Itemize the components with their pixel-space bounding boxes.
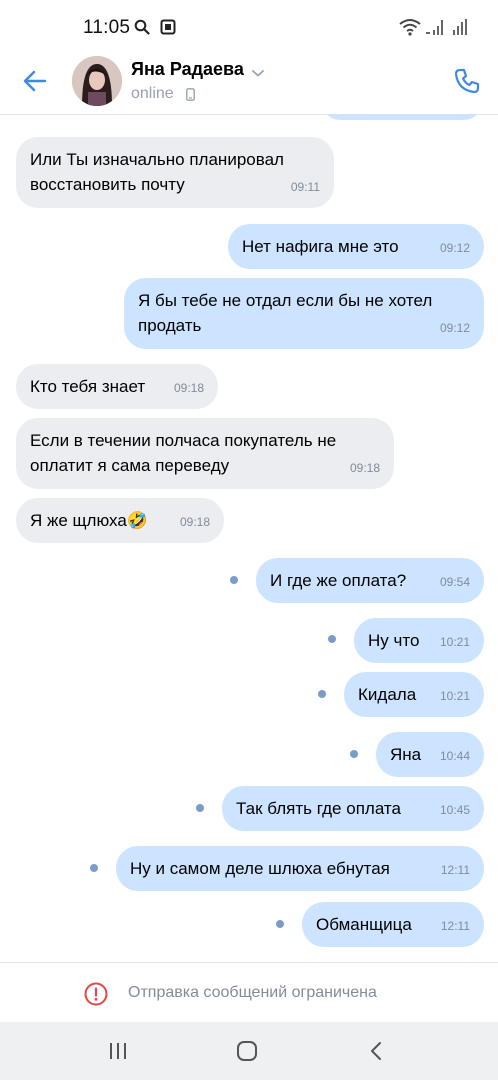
chat-header: Яна Радаева online	[0, 52, 498, 115]
search-icon	[134, 19, 150, 35]
message-bubble[interactable]: Нет нафига мне это 09:12	[228, 224, 484, 269]
message-text: Кто тебя знает	[30, 377, 146, 396]
message-bubble[interactable]: Я же щлюха🤣 09:18	[16, 498, 224, 543]
message-time: 09:18	[173, 381, 204, 395]
message-text: Я бы тебе не отдал если бы не хотел прод…	[138, 291, 433, 335]
unread-indicator	[350, 750, 358, 758]
screenshot-icon	[160, 19, 176, 35]
message-bubble[interactable]: Я бы тебе не отдал если бы не хотел прод…	[124, 278, 484, 349]
message-time: 09:12	[439, 321, 470, 335]
system-nav-bar	[0, 1022, 498, 1080]
signal-icon	[426, 20, 443, 35]
message-time: 09:18	[349, 461, 380, 475]
contact-status: online	[131, 85, 174, 102]
home-icon[interactable]	[235, 1039, 259, 1063]
message-text: Кидала	[358, 685, 417, 704]
wifi-icon	[399, 19, 421, 36]
message-bubble[interactable]: Кидала 10:21	[344, 672, 484, 717]
message-bubble[interactable]: Если в течении полчаса покупатель не опл…	[16, 418, 394, 489]
message-bubble[interactable]: Ну и самом деле шлюха ебнутая 12:11	[116, 846, 484, 891]
phone-icon[interactable]	[452, 66, 482, 96]
status-time: 11:05	[83, 17, 131, 38]
unread-indicator	[90, 864, 98, 872]
message-time: 12:11	[440, 863, 470, 877]
rofl-emoji: 🤣	[126, 511, 148, 530]
unread-indicator	[230, 576, 238, 584]
message-time: 10:21	[439, 689, 470, 703]
message-time: 09:11	[290, 180, 320, 194]
message-time: 09:18	[179, 515, 210, 529]
message-bubble[interactable]: Обманщица 12:11	[302, 902, 484, 947]
message-bubble[interactable]: И где же оплата? 09:54	[256, 558, 484, 603]
messaging-restricted-bar: Отправка сообщений ограничена	[0, 962, 498, 1023]
message-text: Если в течении полчаса покупатель не опл…	[30, 431, 337, 475]
unread-indicator	[276, 920, 284, 928]
restricted-notice: Отправка сообщений ограничена	[128, 984, 377, 1001]
message-text: Нет нафига мне это	[242, 237, 399, 256]
message-text: И где же оплата?	[270, 571, 407, 590]
avatar[interactable]	[72, 56, 122, 106]
message-bubble[interactable]: Кто тебя знает 09:18	[16, 364, 218, 409]
message-time: 12:11	[440, 919, 470, 933]
message-bubble-partial[interactable]	[322, 114, 482, 120]
recent-apps-icon[interactable]	[108, 1041, 128, 1061]
message-list[interactable]: Или Ты изначально планировал восстановит…	[0, 114, 498, 960]
unread-indicator	[328, 635, 336, 643]
message-bubble[interactable]: Или Ты изначально планировал восстановит…	[16, 137, 334, 208]
message-text: Обманщица	[316, 915, 412, 934]
message-time: 10:45	[439, 803, 470, 817]
message-time: 09:54	[439, 575, 470, 589]
nav-back-icon[interactable]	[368, 1039, 384, 1063]
chevron-down-icon[interactable]	[251, 68, 265, 78]
unread-indicator	[196, 804, 204, 812]
message-text-body: Я же щлюха	[30, 511, 127, 530]
message-bubble[interactable]: Так блять где оплата 10:45	[222, 786, 484, 831]
mobile-icon	[186, 88, 195, 101]
message-bubble[interactable]: Яна 10:44	[376, 732, 484, 777]
message-text: Или Ты изначально планировал восстановит…	[30, 150, 284, 194]
message-time: 10:21	[439, 635, 470, 649]
message-text: Яна	[390, 745, 422, 764]
message-text: Так блять где оплата	[236, 799, 401, 818]
message-text: Ну что	[368, 631, 420, 650]
status-bar: 11:05	[0, 0, 498, 52]
message-time: 09:12	[439, 241, 470, 255]
contact-name[interactable]: Яна Радаева	[131, 59, 244, 80]
signal-icon	[453, 19, 467, 35]
back-arrow-icon[interactable]	[20, 66, 50, 96]
unread-indicator	[318, 690, 326, 698]
avatar-image	[72, 56, 122, 106]
message-text: Я же щлюха🤣	[30, 508, 148, 533]
message-text: Ну и самом деле шлюха ебнутая	[130, 859, 390, 878]
message-time: 10:44	[439, 749, 470, 763]
error-icon	[84, 982, 108, 1006]
message-bubble[interactable]: Ну что 10:21	[354, 618, 484, 663]
